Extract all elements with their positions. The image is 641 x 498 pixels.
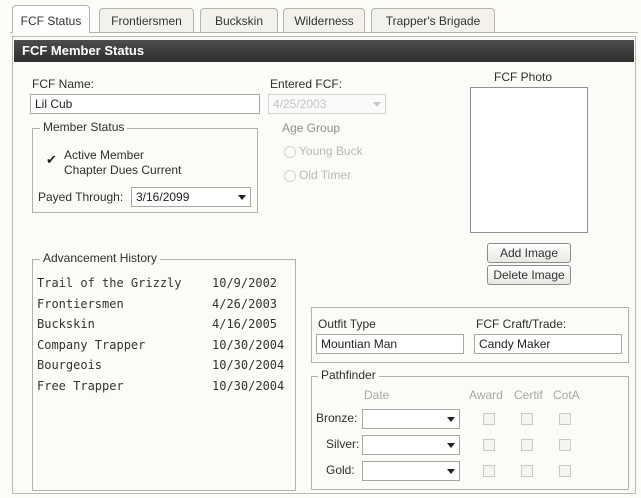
chapter-dues-label: Chapter Dues Current: [64, 163, 182, 177]
pathfinder-date-header: Date: [364, 388, 390, 402]
advancement-item-name: Frontiersmen: [37, 296, 124, 311]
advancement-item-date: 10/30/2004: [212, 358, 285, 372]
active-member-label: Active Member: [64, 148, 145, 162]
outfit-type-label: Outfit Type: [318, 317, 376, 331]
pathfinder-level-label: Gold:: [326, 463, 355, 477]
pathfinder-date-select[interactable]: [362, 461, 460, 481]
chevron-down-icon: [373, 102, 381, 107]
craft-trade-label: FCF Craft/Trade:: [476, 317, 567, 331]
pathfinder-award-checkbox[interactable]: [483, 413, 495, 425]
pathfinder-certif-checkbox[interactable]: [521, 439, 533, 451]
advancement-item-name: Trail of the Grizzly: [37, 276, 182, 290]
tab-wilderness[interactable]: Wilderness: [283, 8, 365, 32]
pathfinder-cota-header: CotA: [553, 388, 580, 402]
payed-through-picker[interactable]: 3/16/2099: [131, 187, 251, 207]
advancement-history-legend: Advancement History: [40, 251, 161, 265]
fcf-name-label: FCF Name:: [32, 77, 95, 91]
advancement-item-date: 4/16/2005: [212, 317, 278, 331]
delete-image-button[interactable]: Delete Image: [487, 265, 571, 285]
craft-trade-value: Candy Maker: [479, 337, 551, 351]
age-group-label: Age Group: [282, 121, 341, 135]
fcf-status-window: FCF Status Frontiersmen Buckskin Wildern…: [0, 0, 641, 498]
advancement-item-date: 4/26/2003: [212, 296, 278, 311]
chevron-down-icon: [238, 195, 246, 200]
checkmark-icon: ✔: [46, 152, 57, 167]
pathfinder-legend: Pathfinder: [318, 368, 379, 382]
fcf-photo-label: FCF Photo: [494, 70, 553, 84]
pathfinder-certif-checkbox[interactable]: [521, 413, 533, 425]
entered-fcf-label: Entered FCF:: [270, 77, 343, 91]
young-buck-radio[interactable]: [284, 146, 296, 158]
pathfinder-cota-checkbox[interactable]: [559, 413, 571, 425]
fcf-photo-box: [470, 87, 588, 233]
pathfinder-award-checkbox[interactable]: [483, 439, 495, 451]
craft-trade-input[interactable]: Candy Maker: [474, 334, 622, 354]
pathfinder-certif-header: Certif: [514, 388, 543, 402]
pathfinder-cota-checkbox[interactable]: [559, 465, 571, 477]
pathfinder-level-label: Silver:: [326, 437, 360, 451]
advancement-item-name: Free Trapper: [37, 378, 124, 393]
old-timer-label: Old Timer: [299, 168, 352, 182]
chevron-down-icon: [447, 417, 455, 422]
pathfinder-level-label: Bronze:: [316, 411, 358, 425]
outfit-type-value: Mountian Man: [321, 337, 398, 351]
chevron-down-icon: [447, 443, 455, 448]
tab-trappers-brigade[interactable]: Trapper's Brigade: [371, 8, 495, 32]
young-buck-label: Young Buck: [299, 144, 363, 158]
fcf-name-value: Lil Cub: [35, 97, 73, 111]
member-status-legend: Member Status: [40, 120, 128, 134]
pathfinder-certif-checkbox[interactable]: [521, 465, 533, 477]
tab-strip-divider: [10, 32, 638, 33]
advancement-item-date: 10/30/2004: [212, 378, 285, 393]
advancement-item-name: Bourgeois: [37, 358, 103, 372]
advancement-item-date: 10/9/2002: [212, 276, 278, 290]
pathfinder-award-header: Award: [469, 388, 503, 402]
pathfinder-award-checkbox[interactable]: [483, 465, 495, 477]
outfit-type-input[interactable]: Mountian Man: [316, 334, 464, 354]
chevron-down-icon: [447, 469, 455, 474]
pathfinder-date-select[interactable]: [362, 435, 460, 455]
payed-through-value: 3/16/2099: [136, 190, 190, 204]
fcf-name-input[interactable]: Lil Cub: [30, 94, 260, 114]
advancement-item-date: 10/30/2004: [212, 337, 285, 352]
tab-frontiersmen[interactable]: Frontiersmen: [99, 8, 194, 32]
advancement-item-name: Company Trapper: [37, 337, 146, 352]
tab-fcf-status[interactable]: FCF Status: [12, 5, 90, 33]
pathfinder-date-select[interactable]: [362, 409, 460, 429]
add-image-button[interactable]: Add Image: [487, 243, 571, 263]
payed-through-label: Payed Through:: [38, 190, 124, 204]
advancement-history-group: [32, 259, 296, 491]
old-timer-radio[interactable]: [284, 170, 296, 182]
active-member-checkbox[interactable]: ✔: [46, 152, 58, 167]
advancement-item-name: Buckskin: [37, 317, 95, 331]
tab-buckskin[interactable]: Buckskin: [200, 8, 278, 32]
entered-fcf-value: 4/25/2003: [273, 97, 327, 111]
pathfinder-cota-checkbox[interactable]: [559, 439, 571, 451]
entered-fcf-select[interactable]: 4/25/2003: [268, 94, 386, 114]
page-title: FCF Member Status: [14, 40, 634, 62]
